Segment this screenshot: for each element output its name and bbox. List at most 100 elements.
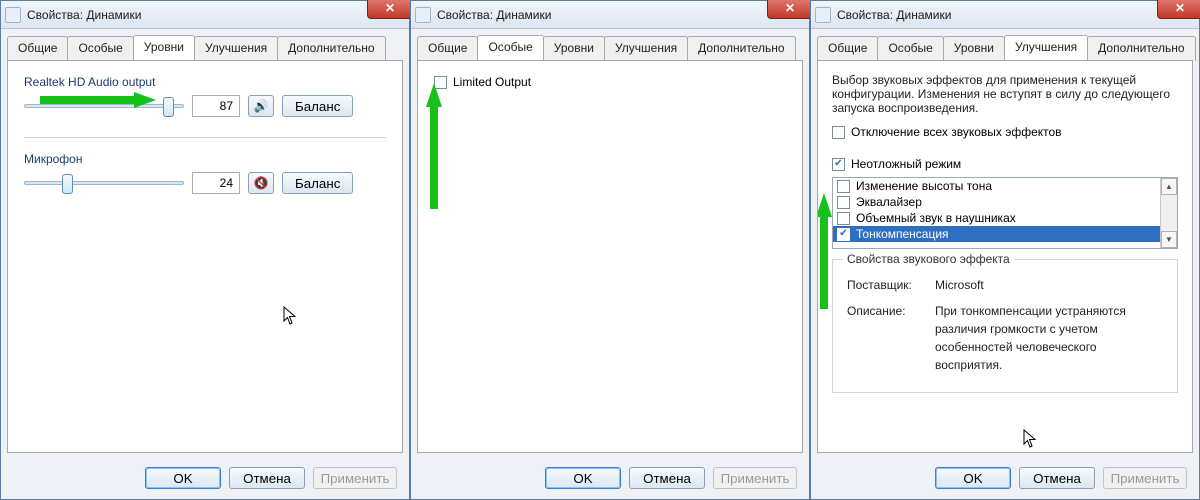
apply-button: Применить [713, 467, 797, 489]
disable-all-checkbox[interactable]: Отключение всех звуковых эффектов [832, 125, 1062, 139]
arrow-icon [496, 60, 556, 63]
tab-body-levels: Realtek HD Audio output 🔊 Баланс Микрофо… [7, 60, 403, 453]
checkbox-icon[interactable] [837, 196, 850, 209]
window-title: Свойства: Динамики [837, 8, 951, 22]
slider-thumb[interactable] [163, 97, 174, 117]
checkbox-icon[interactable] [837, 180, 850, 193]
scroll-up-icon[interactable]: ▲ [1161, 178, 1177, 195]
mute-toggle-muted[interactable]: 🔇 [248, 172, 274, 194]
effects-list[interactable]: Изменение высоты тона Эквалайзер Объемны… [832, 177, 1178, 249]
limited-output-label: Limited Output [453, 75, 531, 89]
tabstrip: Общие Особые Уровни Улучшения Дополнител… [811, 29, 1199, 60]
checkbox-checked-icon[interactable] [837, 228, 850, 241]
tab-advanced[interactable]: Дополнительно [277, 36, 385, 61]
tab-general[interactable]: Общие [417, 36, 478, 61]
cursor-icon [283, 306, 297, 326]
tab-levels[interactable]: Уровни [943, 36, 1005, 61]
tab-custom[interactable]: Особые [67, 36, 133, 61]
slider-thumb[interactable] [62, 174, 73, 194]
close-button[interactable]: ✕ [367, 0, 413, 19]
device2-slider[interactable] [24, 172, 184, 194]
device2-value[interactable] [192, 172, 240, 194]
limited-output-checkbox[interactable]: Limited Output [434, 75, 786, 89]
window-levels: Свойства: Динамики ✕ Общие Особые Уровни… [0, 0, 410, 500]
vendor-value: Microsoft [935, 276, 1163, 294]
cancel-button[interactable]: Отмена [629, 467, 705, 489]
tab-general[interactable]: Общие [7, 36, 68, 61]
close-icon: ✕ [385, 1, 395, 15]
titlebar[interactable]: Свойства: Динамики ✕ [811, 1, 1199, 29]
tab-advanced[interactable]: Дополнительно [687, 36, 795, 61]
cursor-icon [1023, 429, 1037, 449]
arrow-icon [170, 60, 230, 63]
speaker-icon [815, 7, 831, 23]
enhancements-description: Выбор звуковых эффектов для применения к… [832, 73, 1178, 115]
tab-body-enhancements: Выбор звуковых эффектов для применения к… [817, 60, 1193, 453]
tab-custom[interactable]: Особые [477, 35, 543, 60]
ok-button[interactable]: OK [935, 467, 1011, 489]
dialog-footer: OK Отмена Применить [811, 459, 1199, 499]
checkbox-checked-icon [832, 158, 845, 171]
speaker-icon [415, 7, 431, 23]
effect-label: Тонкомпенсация [856, 227, 949, 241]
arrow-icon [817, 191, 833, 311]
checkbox-icon[interactable] [837, 212, 850, 225]
scrollbar[interactable]: ▲ ▼ [1160, 178, 1177, 248]
balance-button[interactable]: Баланс [282, 95, 353, 117]
ok-button[interactable]: OK [545, 467, 621, 489]
arrow-icon [425, 81, 443, 211]
dialog-footer: OK Отмена Применить [1, 459, 409, 499]
desc-key: Описание: [847, 302, 919, 374]
tab-levels[interactable]: Уровни [133, 35, 195, 60]
urgent-mode-label: Неотложный режим [851, 157, 961, 171]
mute-toggle[interactable]: 🔊 [248, 95, 274, 117]
speaker-icon: 🔊 [254, 99, 269, 113]
urgent-mode-checkbox[interactable]: Неотложный режим [832, 157, 961, 171]
effect-label: Эквалайзер [856, 195, 922, 209]
close-icon: ✕ [1175, 1, 1185, 15]
balance-button[interactable]: Баланс [282, 172, 353, 194]
close-icon: ✕ [785, 1, 795, 15]
tab-enhancements[interactable]: Улучшения [1004, 35, 1088, 60]
cancel-button[interactable]: Отмена [229, 467, 305, 489]
desc-value: При тонкомпенсации устраняются различия … [935, 302, 1163, 374]
vendor-key: Поставщик: [847, 276, 919, 294]
effect-label: Объемный звук в наушниках [856, 211, 1016, 225]
effect-properties: Свойства звукового эффекта Поставщик: Mi… [832, 259, 1178, 393]
tab-body-custom: Limited Output [417, 60, 803, 453]
disable-all-label: Отключение всех звуковых эффектов [851, 125, 1062, 139]
effect-properties-legend: Свойства звукового эффекта [843, 252, 1014, 266]
window-custom: Свойства: Динамики ✕ Общие Особые Уровни… [410, 0, 810, 500]
tab-enhancements[interactable]: Улучшения [194, 36, 278, 61]
tab-levels[interactable]: Уровни [543, 36, 605, 61]
checkbox-icon [832, 126, 845, 139]
device1-value[interactable] [192, 95, 240, 117]
titlebar[interactable]: Свойства: Динамики ✕ [1, 1, 409, 29]
speaker-muted-icon: 🔇 [254, 176, 269, 190]
window-title: Свойства: Динамики [437, 8, 551, 22]
effect-item[interactable]: Изменение высоты тона [833, 178, 1177, 194]
tab-general[interactable]: Общие [817, 36, 878, 61]
effect-item-selected[interactable]: Тонкомпенсация [833, 226, 1177, 242]
divider [24, 137, 386, 138]
checkbox-icon [434, 76, 447, 89]
effect-item[interactable]: Объемный звук в наушниках [833, 210, 1177, 226]
close-button[interactable]: ✕ [767, 0, 813, 19]
effect-label: Изменение высоты тона [856, 179, 992, 193]
apply-button: Применить [313, 467, 397, 489]
titlebar[interactable]: Свойства: Динамики ✕ [411, 1, 809, 29]
tab-advanced[interactable]: Дополнительно [1087, 36, 1195, 61]
scroll-down-icon[interactable]: ▼ [1161, 231, 1177, 248]
apply-button: Применить [1103, 467, 1187, 489]
device1-slider[interactable] [24, 95, 184, 117]
cancel-button[interactable]: Отмена [1019, 467, 1095, 489]
window-title: Свойства: Динамики [27, 8, 141, 22]
tab-custom[interactable]: Особые [877, 36, 943, 61]
effect-item[interactable]: Эквалайзер [833, 194, 1177, 210]
tab-enhancements[interactable]: Улучшения [604, 36, 688, 61]
close-button[interactable]: ✕ [1157, 0, 1200, 19]
device2-label: Микрофон [24, 152, 386, 166]
arrow-icon [1014, 60, 1074, 63]
speaker-icon [5, 7, 21, 23]
ok-button[interactable]: OK [145, 467, 221, 489]
